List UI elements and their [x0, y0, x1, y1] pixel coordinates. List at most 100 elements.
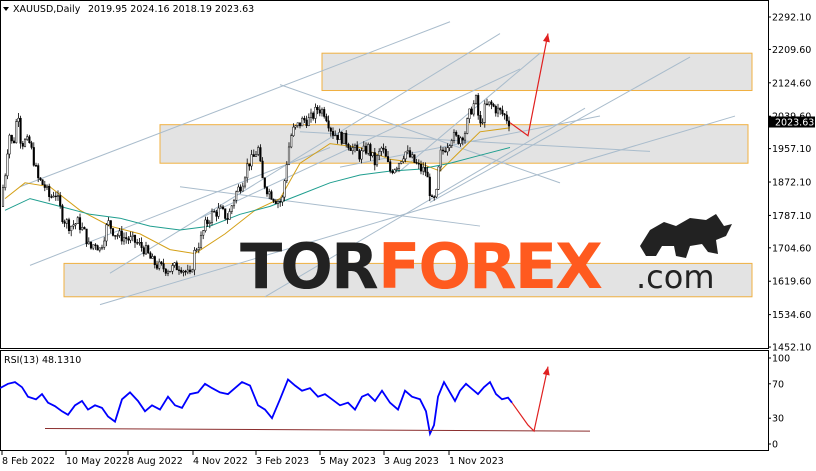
candle: [483, 103, 486, 123]
candle: [446, 147, 449, 153]
candle: [276, 201, 280, 204]
candle: [219, 206, 222, 209]
chart-symbol: XAUUSD,Daily: [13, 4, 81, 15]
price-tick-label: 1957.10: [772, 144, 811, 155]
candle: [87, 241, 90, 245]
candle: [496, 107, 500, 114]
candle: [457, 135, 460, 144]
time-tick-label: 4 Nov 2022: [193, 456, 248, 467]
candle: [419, 163, 423, 172]
candle: [389, 161, 392, 172]
price-tick-label: 2209.60: [772, 45, 811, 56]
candle: [463, 133, 467, 141]
candle: [100, 247, 104, 249]
candle: [8, 134, 11, 155]
candle: [439, 149, 442, 168]
candle: [433, 196, 436, 198]
candle: [485, 103, 489, 105]
candle: [358, 150, 361, 160]
last-price-tag: 2023.63: [769, 116, 815, 129]
rsi-tick-label: 70: [772, 379, 784, 390]
candle: [367, 144, 370, 154]
time-axis: 8 Feb 2022 10 May 2022 8 Aug 2022 4 Nov 202…: [1, 451, 504, 467]
candle: [320, 109, 324, 114]
candle: [149, 252, 152, 259]
price-tick-label: 2292.10: [772, 13, 811, 24]
candle: [153, 256, 156, 266]
candle: [41, 179, 44, 185]
candle: [173, 262, 176, 266]
candle: [406, 150, 409, 153]
candle: [204, 219, 207, 231]
candle: [268, 191, 271, 195]
candle: [481, 122, 484, 124]
candle: [50, 196, 53, 198]
candle: [98, 247, 101, 251]
candle: [221, 206, 225, 209]
candle: [375, 155, 379, 166]
candle: [235, 191, 238, 201]
candle: [48, 185, 51, 197]
candle: [345, 132, 348, 145]
candle: [213, 211, 216, 213]
candle: [85, 228, 88, 245]
candle: [261, 160, 264, 179]
rsi-tick-label: 30: [772, 414, 784, 425]
candle: [435, 189, 438, 198]
candle: [437, 166, 440, 190]
watermark-tor: TOR: [240, 230, 378, 303]
candle: [303, 117, 306, 121]
price-tick-label: 1872.10: [772, 178, 811, 189]
candle: [362, 145, 365, 151]
candle: [142, 247, 145, 255]
candle: [404, 151, 407, 160]
candle: [503, 113, 506, 116]
candle: [490, 101, 493, 105]
candle: [468, 108, 471, 119]
candle: [455, 132, 458, 136]
candle: [65, 219, 68, 224]
rsi-tick-label: 100: [772, 354, 790, 365]
candle: [373, 152, 376, 166]
candle: [54, 195, 57, 198]
candle: [210, 211, 214, 223]
candle: [272, 199, 275, 202]
candle: [294, 125, 297, 128]
candle: [424, 166, 427, 173]
candle: [160, 261, 163, 264]
candle: [239, 186, 242, 192]
candle: [188, 269, 192, 273]
candle: [316, 106, 319, 111]
candle: [122, 237, 126, 242]
candle: [371, 152, 374, 157]
candle: [52, 195, 55, 198]
candle: [360, 150, 363, 160]
candle: [127, 238, 130, 241]
candle: [111, 228, 115, 236]
candle: [129, 236, 132, 241]
candle: [285, 164, 288, 182]
candle: [466, 118, 469, 134]
candle: [206, 219, 209, 224]
candle: [215, 211, 218, 217]
candle: [312, 112, 315, 119]
candle: [4, 175, 7, 188]
candle: [184, 270, 187, 273]
candle: [17, 117, 20, 122]
candle: [325, 116, 328, 122]
candle: [479, 115, 482, 124]
candle: [314, 106, 317, 119]
candle: [257, 147, 260, 155]
time-tick-label: 1 Nov 2023: [449, 456, 504, 467]
watermark-com: .com: [636, 258, 715, 296]
candle: [259, 147, 262, 162]
candle: [391, 170, 394, 174]
candle: [309, 112, 313, 118]
candle: [144, 245, 148, 255]
candle: [353, 144, 357, 148]
candle: [217, 207, 220, 217]
candle: [120, 230, 123, 242]
candle: [180, 269, 183, 273]
candle: [263, 177, 266, 188]
candle: [70, 225, 73, 232]
